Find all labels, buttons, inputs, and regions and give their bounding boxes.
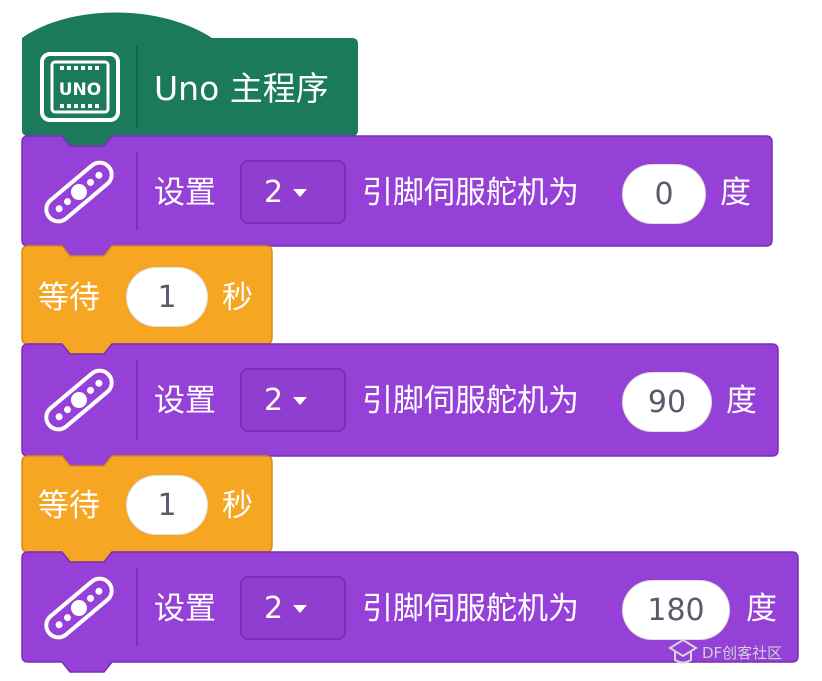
angle-input[interactable]: 90 [622,372,712,432]
hat-divider [136,46,138,128]
degree-label: 度 [720,175,751,211]
set-label: 设置 [154,175,216,211]
pin-value: 2 [264,590,284,626]
chevron-down-icon [293,189,308,197]
servo-arm-icon [44,576,114,640]
pin-value: 2 [264,382,284,418]
servo-arm-icon [44,368,114,432]
chevron-down-icon [293,397,308,405]
set-label: 设置 [154,591,216,627]
pin-dropdown[interactable]: 2 [240,576,346,640]
seconds-unit-label: 秒 [222,488,253,524]
svg-text:UNO: UNO [59,80,101,100]
hat-label: Uno 主程序 [154,69,329,108]
set-label: 设置 [154,383,216,419]
degree-label: 度 [746,591,777,627]
pin-value: 2 [264,174,284,210]
block-divider [136,152,138,230]
block-divider [136,568,138,646]
servo-label: 引脚伺服舵机为 [362,175,579,211]
seconds-unit-label: 秒 [222,280,253,316]
degree-label: 度 [726,383,757,419]
servo-arm-icon [44,160,114,224]
servo-label: 引脚伺服舵机为 [362,383,579,419]
pin-dropdown[interactable]: 2 [240,368,346,432]
block-divider [136,360,138,440]
wait-label: 等待 [38,280,100,316]
watermark-logo-icon [668,638,698,664]
uno-board-icon: UNO [40,52,120,122]
pin-dropdown[interactable]: 2 [240,160,346,224]
wait-label: 等待 [38,488,100,524]
chevron-down-icon [293,605,308,613]
seconds-input[interactable]: 1 [126,267,208,327]
watermark-text: DF创客社区 [702,643,783,662]
watermark: DF创客社区 [668,638,782,666]
angle-input[interactable]: 0 [622,164,706,224]
block-shapes [21,12,799,673]
servo-label: 引脚伺服舵机为 [362,591,579,627]
seconds-input[interactable]: 1 [126,475,208,535]
angle-input[interactable]: 180 [622,580,730,640]
